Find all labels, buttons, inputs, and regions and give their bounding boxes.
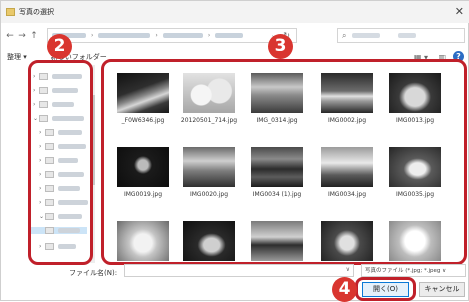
cancel-button[interactable]: キャンセル [419, 282, 465, 297]
search-icon: ⌕ [342, 30, 347, 40]
folder-app-icon [6, 8, 15, 16]
chevron-right-icon: › [91, 32, 94, 39]
search-input[interactable]: ⌕ [337, 28, 465, 43]
filename-label: ファイル名(N): [69, 269, 118, 277]
file-type-select[interactable]: 写真のファイル (*.jpg; *.jpeg ∨ [361, 264, 466, 277]
callout-badge-file-list: 3 [268, 34, 293, 59]
title-bar: 写真の選択 ✕ [1, 1, 469, 23]
filename-input[interactable]: ∨ [124, 264, 354, 277]
dialog-title: 写真の選択 [19, 8, 54, 16]
highlight-frame-file-list [101, 59, 467, 265]
chevron-right-icon: › [155, 32, 158, 39]
breadcrumb-segment[interactable] [98, 33, 151, 38]
breadcrumb-segment[interactable] [162, 33, 203, 38]
search-placeholder [352, 33, 381, 38]
breadcrumb-segment[interactable] [215, 33, 244, 38]
search-placeholder-suffix [398, 33, 417, 38]
chevron-down-icon[interactable]: ∨ [346, 266, 350, 273]
callout-badge-nav-pane: 2 [47, 34, 72, 59]
forward-arrow-icon[interactable]: → [16, 31, 28, 41]
chevron-right-icon: › [207, 32, 211, 39]
highlight-frame-open-button [355, 277, 416, 301]
file-open-dialog: 写真の選択 ✕ ← → ↑ › › › ⌄ ↻ ⌕ 整理 ▾ 新しいフォルダー … [0, 0, 469, 302]
callout-badge-open-button: 4 [332, 277, 357, 302]
highlight-frame-nav-pane [28, 60, 93, 265]
close-icon[interactable]: ✕ [455, 5, 464, 18]
back-arrow-icon[interactable]: ← [4, 31, 16, 41]
organize-menu[interactable]: 整理 ▾ [7, 52, 27, 62]
address-bar[interactable]: › › › ⌄ ↻ [47, 28, 297, 43]
up-arrow-icon[interactable]: ↑ [28, 31, 40, 41]
